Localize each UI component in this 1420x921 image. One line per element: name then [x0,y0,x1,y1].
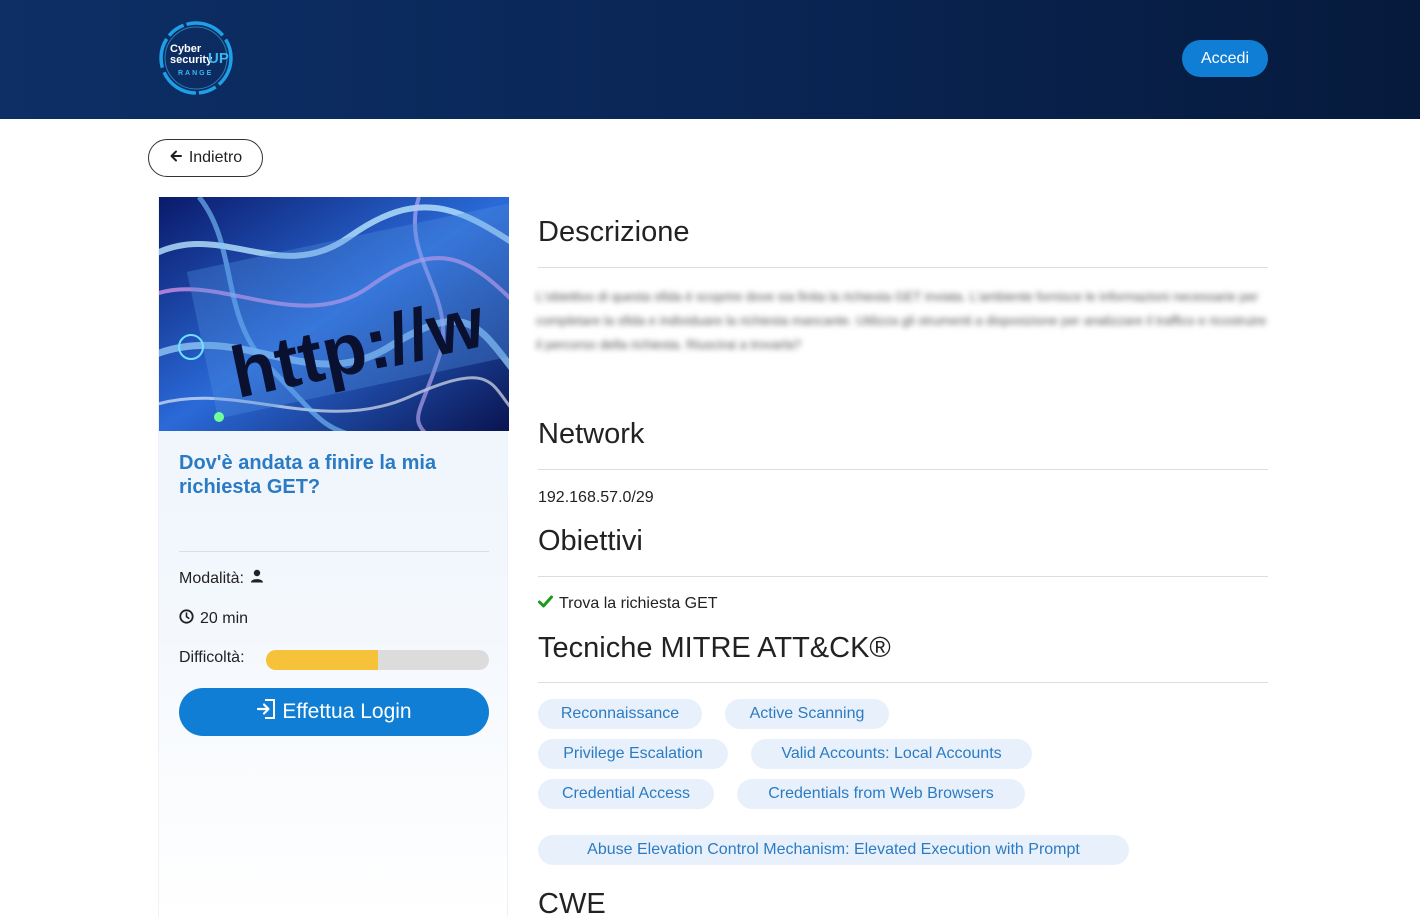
mitre-tag-valid-accounts[interactable]: Valid Accounts: Local Accounts [751,739,1032,769]
login-icon [256,698,276,726]
description-heading: Descrizione [538,216,690,248]
header-login-button[interactable]: Accedi [1182,40,1268,77]
mitre-tag-credentials-web-browsers[interactable]: Credentials from Web Browsers [737,779,1025,809]
difficulty-row: Difficoltà: [179,649,245,667]
objectives-heading: Obiettivi [538,525,643,557]
challenge-title: Dov'è andata a finire la mia richiesta G… [179,452,437,498]
user-icon [250,569,264,588]
challenge-card: http://w Dov'è andata a finire la mia ri… [158,197,509,917]
mitre-heading: Tecniche MITRE ATT&CK® [538,632,891,664]
back-button-label: Indietro [188,149,243,166]
mitre-tag-credential-access[interactable]: Credential Access [538,779,714,809]
duration-row: 20 min [179,609,248,629]
mitre-tag-abuse-elevation[interactable]: Abuse Elevation Control Mechanism: Eleva… [538,835,1129,865]
svg-text:UP: UP [208,50,229,67]
effettua-login-button[interactable]: Effettua Login [179,688,489,736]
objective-item: Trova la richiesta GET [538,595,718,613]
cwe-heading: CWE [538,888,606,920]
back-button[interactable]: Indietro [148,139,263,177]
description-divider [538,267,1268,268]
mitre-tag-reconnaissance[interactable]: Reconnaissance [538,699,702,729]
objectives-divider [538,576,1268,577]
duration-value: 20 min [200,610,249,627]
mode-row: Modalità: [179,569,264,588]
effettua-login-label: Effettua Login [282,700,412,723]
mode-label: Modalità: [179,569,244,587]
header: Cyber security UP RANGE Accedi [0,0,1420,119]
difficulty-bar-fill [266,650,378,670]
network-divider [538,469,1268,470]
check-icon [538,595,553,613]
difficulty-bar [266,650,489,670]
card-divider [179,551,489,552]
mitre-tag-active-scanning[interactable]: Active Scanning [725,699,889,729]
objective-label: Trova la richiesta GET [559,595,718,612]
svg-text:RANGE: RANGE [178,70,213,77]
svg-text:security: security [170,54,213,66]
clock-icon [179,609,194,629]
network-heading: Network [538,418,645,450]
mitre-tag-privilege-escalation[interactable]: Privilege Escalation [538,739,728,769]
difficulty-label: Difficoltà: [179,649,245,666]
description-text: L'obiettivo di questa sfida è scoprire d… [536,289,1267,352]
arrow-left-icon [169,149,183,168]
challenge-image: http://w [159,197,509,431]
network-value: 192.168.57.0/29 [538,489,654,506]
mitre-divider [538,682,1268,683]
logo[interactable]: Cyber security UP RANGE [158,18,234,98]
